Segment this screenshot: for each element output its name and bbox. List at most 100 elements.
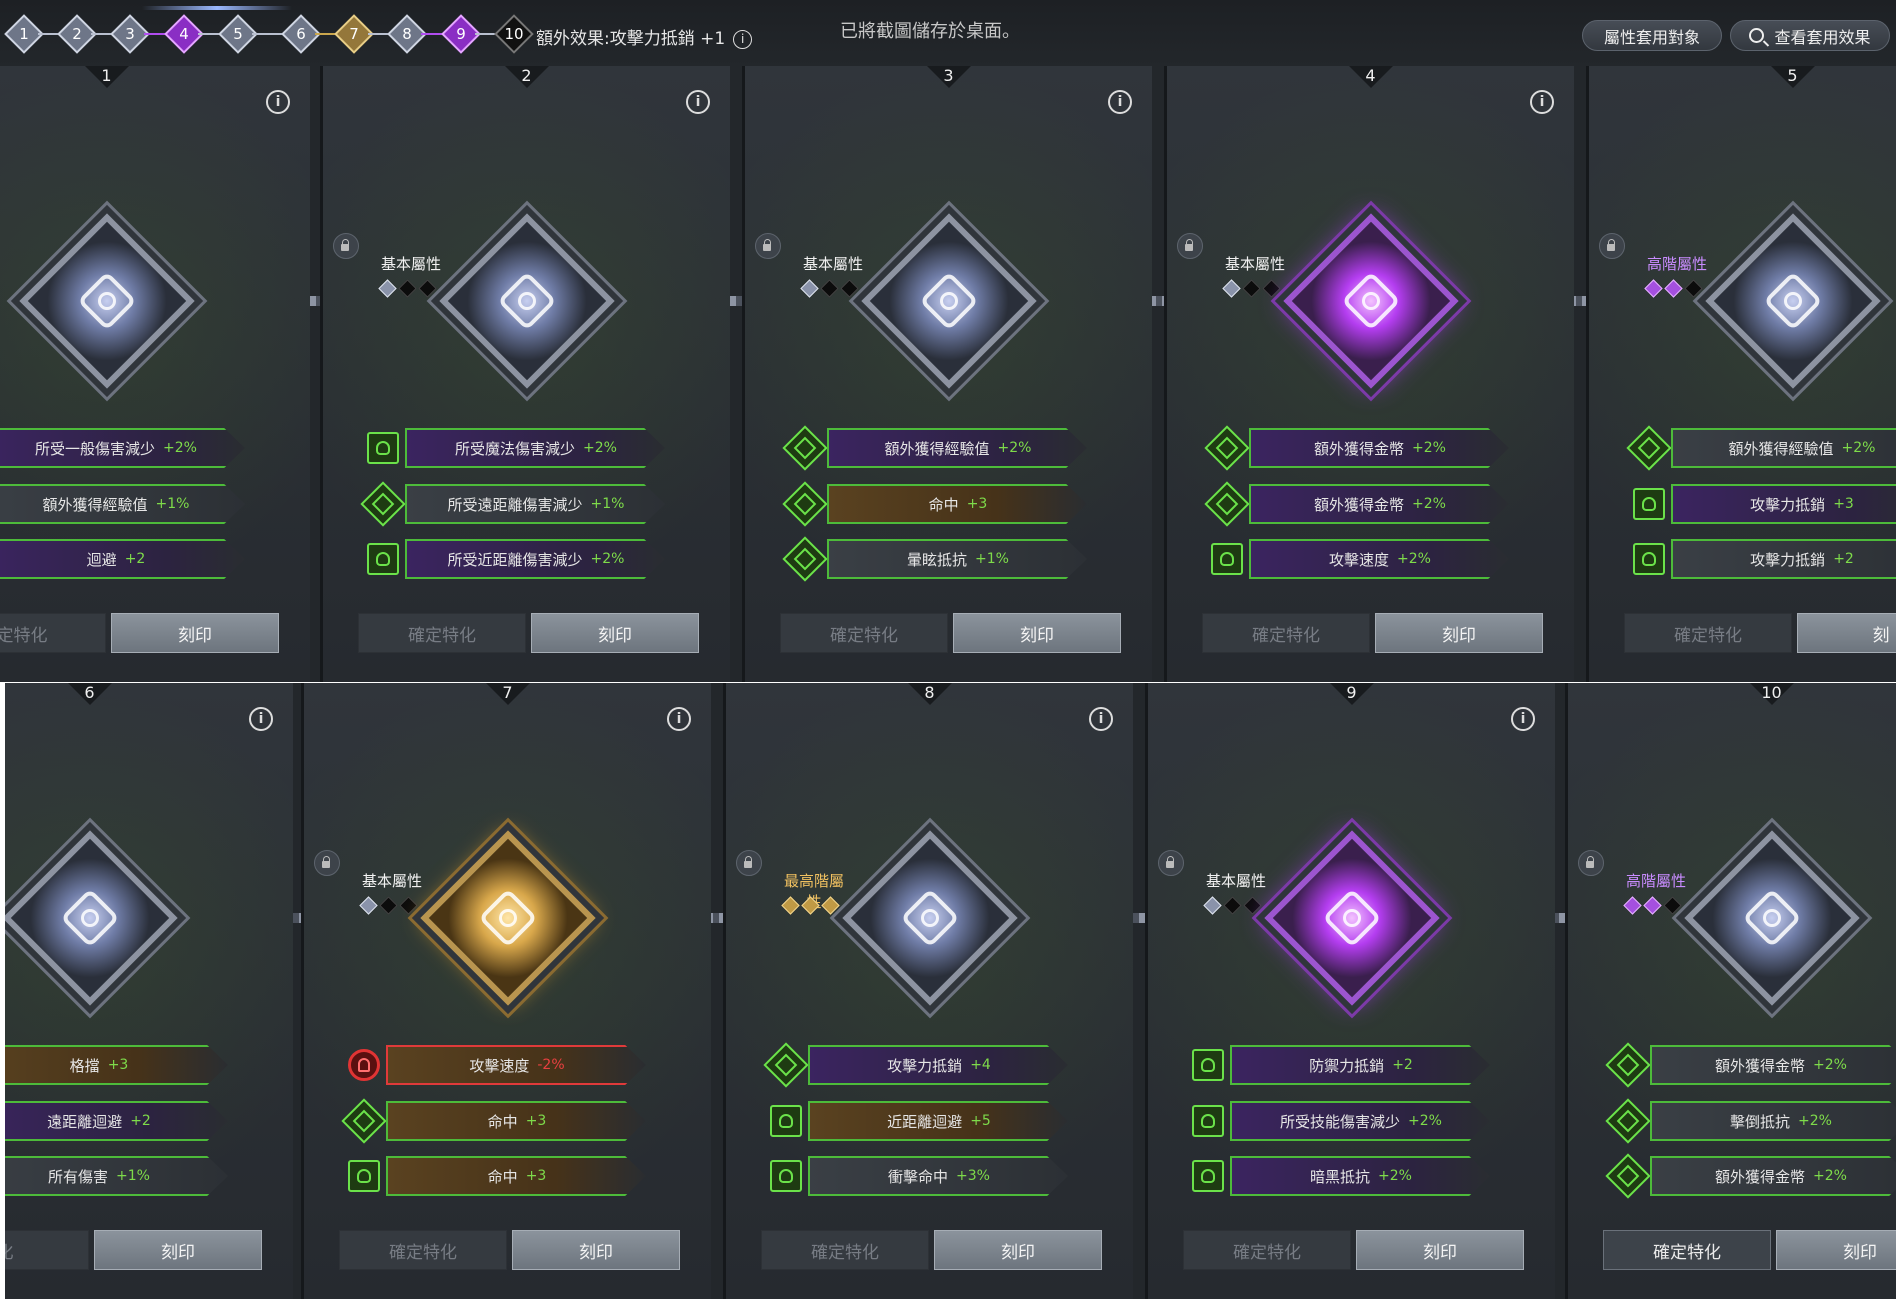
tier-pips <box>359 896 432 915</box>
engrave-panel-2: 2 i 基本屬性 所受魔法傷害減少 +2% 所受遠距離傷害減少 +1% 所受近距離傷害減少 +2… <box>320 66 730 682</box>
confirm-specialize-button[interactable]: 確定特化 <box>1603 1230 1771 1270</box>
confirm-specialize-button[interactable]: 確定特化 <box>1183 1230 1351 1270</box>
attribute-row[interactable]: 所有傷害 +1% <box>5 1156 228 1196</box>
rune-knot <box>1321 888 1382 948</box>
attribute-row[interactable]: 防禦力抵銷 +2 <box>1230 1045 1490 1085</box>
confirm-specialize-button[interactable]: 確定特化 <box>1202 613 1370 653</box>
attribute-row[interactable]: 所受一般傷害減少 +2% <box>0 428 245 468</box>
confirm-specialize-button[interactable]: 確定特化 <box>358 613 526 653</box>
progress-node-label: 4 <box>179 25 189 43</box>
attribute-name: 攻擊速度 <box>469 1056 530 1075</box>
lock-icon[interactable] <box>1599 233 1625 259</box>
lock-icon[interactable] <box>736 850 762 876</box>
rune-gem-icon[interactable] <box>1704 213 1881 389</box>
tier-pip <box>801 896 820 915</box>
lock-icon[interactable] <box>1578 850 1604 876</box>
info-icon[interactable]: i <box>1089 707 1113 731</box>
attribute-row[interactable]: 暈眩抵抗 +1% <box>827 539 1087 579</box>
attribute-row[interactable]: 格擋 +3 <box>5 1045 228 1085</box>
attribute-row[interactable]: 所受魔法傷害減少 +2% <box>405 428 665 468</box>
confirm-specialize-button[interactable]: 確定特化 <box>780 613 948 653</box>
rune-gem-icon[interactable] <box>5 830 178 1006</box>
attribute-row[interactable]: 命中 +3 <box>827 484 1087 524</box>
info-icon[interactable]: i <box>1530 90 1554 114</box>
attribute-row[interactable]: 暗黑抵抗 +2% <box>1230 1156 1490 1196</box>
engrave-button[interactable]: 刻印 <box>512 1230 680 1270</box>
engrave-button[interactable]: 刻印 <box>953 613 1121 653</box>
attribute-row[interactable]: 攻擊力抵銷 +2 <box>1671 539 1896 579</box>
attribute-row[interactable]: 額外獲得金幣 +2% <box>1650 1045 1896 1085</box>
engrave-button[interactable]: 刻印 <box>934 1230 1102 1270</box>
attribute-row[interactable]: 所受近距離傷害減少 +2% <box>405 539 665 579</box>
attribute-row[interactable]: 攻擊速度 +2% <box>1249 539 1509 579</box>
engrave-button[interactable]: 刻印 <box>94 1230 262 1270</box>
attribute-name: 所受技能傷害減少 <box>1280 1112 1401 1131</box>
info-icon[interactable]: i <box>667 707 691 731</box>
attribute-row[interactable]: 攻擊力抵銷 +3 <box>1671 484 1896 524</box>
info-icon[interactable]: i <box>1511 707 1535 731</box>
attribute-value: +2% <box>1412 440 1446 456</box>
rune-knot <box>1340 271 1401 331</box>
engrave-panel-3: 3 i 基本屬性 額外獲得經驗值 +2% 命中 +3 暈眩抵抗 +1% 確定特化 刻印 <box>742 66 1152 682</box>
view-effect-button[interactable]: 查看套用效果 <box>1730 20 1890 51</box>
info-icon[interactable]: i <box>266 90 290 114</box>
attribute-row[interactable]: 近距離迴避 +5 <box>808 1101 1068 1141</box>
engrave-button[interactable]: 刻印 <box>1776 1230 1896 1270</box>
confirm-specialize-button[interactable]: 化 <box>5 1230 89 1270</box>
lock-icon[interactable] <box>1158 850 1184 876</box>
attribute-row[interactable]: 衝擊命中 +3% <box>808 1156 1068 1196</box>
rune-gem-icon[interactable] <box>1263 830 1440 1006</box>
confirm-specialize-button[interactable]: 定特化 <box>0 613 106 653</box>
rune-gem-icon[interactable] <box>1683 830 1860 1006</box>
lock-icon[interactable] <box>314 850 340 876</box>
lock-icon[interactable] <box>755 233 781 259</box>
attribute-row[interactable]: 攻擊力抵銷 +4 <box>808 1045 1068 1085</box>
attribute-row[interactable]: 額外獲得金幣 +2% <box>1249 484 1509 524</box>
info-icon[interactable]: i <box>686 90 710 114</box>
rune-gem-icon[interactable] <box>419 830 596 1006</box>
lock-icon[interactable] <box>333 233 359 259</box>
attribute-row[interactable]: 額外獲得金幣 +2% <box>1249 428 1509 468</box>
attribute-name: 所受魔法傷害減少 <box>455 439 576 458</box>
attribute-row[interactable]: 所受遠距離傷害減少 +1% <box>405 484 665 524</box>
rune-gem-icon[interactable] <box>438 213 615 389</box>
lock-icon[interactable] <box>1177 233 1203 259</box>
attr-type-icon <box>1204 425 1250 471</box>
attr-target-button[interactable]: 屬性套用對象 <box>1582 20 1722 51</box>
info-icon[interactable]: i <box>1108 90 1132 114</box>
attribute-row[interactable]: 額外獲得經驗值 +2% <box>1671 428 1896 468</box>
confirm-specialize-button[interactable]: 確定特化 <box>761 1230 929 1270</box>
engrave-button[interactable]: 刻 <box>1797 613 1896 653</box>
attribute-row[interactable]: 遠距離迴避 +2 <box>5 1101 228 1141</box>
attribute-row[interactable]: 額外獲得經驗值 +1% <box>0 484 245 524</box>
attribute-row[interactable]: 額外獲得金幣 +2% <box>1650 1156 1896 1196</box>
rune-gem-icon[interactable] <box>1282 213 1459 389</box>
progress-nodes: 1 2 3 4 5 6 7 8 9 10 <box>0 14 534 54</box>
rune-gem-icon[interactable] <box>841 830 1018 1006</box>
attribute-row[interactable]: 額外獲得經驗值 +2% <box>827 428 1087 468</box>
attribute-row[interactable]: 所受技能傷害減少 +2% <box>1230 1101 1490 1141</box>
rune-knot <box>76 271 137 331</box>
info-icon[interactable]: i <box>733 29 753 49</box>
engrave-button[interactable]: 刻印 <box>1356 1230 1524 1270</box>
attribute-value: +3 <box>966 496 988 512</box>
progress-node-10[interactable]: 10 <box>494 14 534 54</box>
attribute-row[interactable]: 命中 +3 <box>386 1101 646 1141</box>
info-icon[interactable]: i <box>249 707 273 731</box>
panel-number: 6 <box>67 683 112 705</box>
engrave-button[interactable]: 刻印 <box>111 613 279 653</box>
rune-gem-icon[interactable] <box>18 213 195 389</box>
attribute-row[interactable]: 命中 +3 <box>386 1156 646 1196</box>
attribute-row[interactable]: 迴避 +2 <box>0 539 245 579</box>
confirm-specialize-button[interactable]: 確定特化 <box>1624 613 1792 653</box>
rune-gem-icon[interactable] <box>860 213 1037 389</box>
attribute-row[interactable]: 擊倒抵抗 +2% <box>1650 1101 1896 1141</box>
attribute-row[interactable]: 攻擊速度 -2% <box>386 1045 646 1085</box>
attribute-value: +3 <box>525 1113 547 1129</box>
panel-number-text: 4 <box>1365 66 1376 85</box>
engrave-button[interactable]: 刻印 <box>531 613 699 653</box>
confirm-specialize-button[interactable]: 確定特化 <box>339 1230 507 1270</box>
engrave-button[interactable]: 刻印 <box>1375 613 1543 653</box>
attribute-value: +1% <box>975 551 1009 567</box>
panel-number: 3 <box>926 66 971 88</box>
